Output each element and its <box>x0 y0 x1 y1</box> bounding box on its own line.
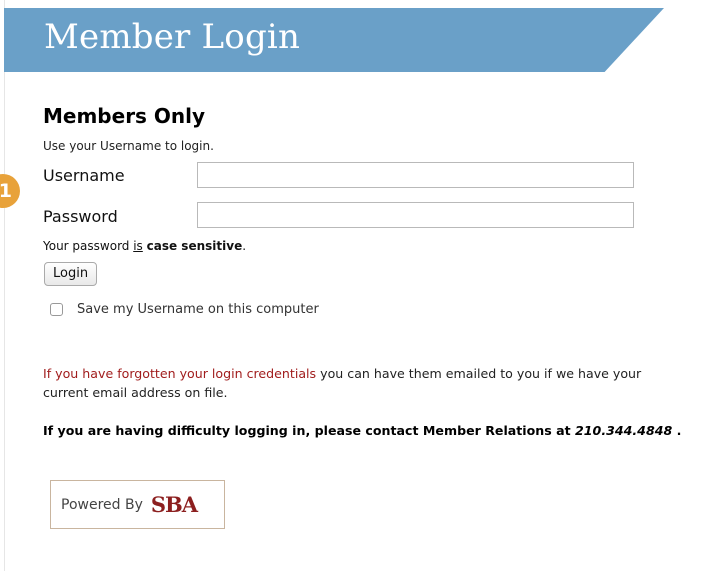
page-title: Member Login <box>44 17 301 57</box>
password-note-suffix: . <box>242 239 247 253</box>
password-note-bold: case sensitive <box>146 239 243 253</box>
difficulty-message: If you are having difficulty logging in,… <box>43 423 576 438</box>
forgot-credentials-link[interactable]: If you have forgotten your login credent… <box>43 366 316 381</box>
login-hint-text: Use your Username to login. <box>43 139 214 153</box>
password-case-note: Your password is case sensitive. <box>43 239 246 253</box>
forgot-credentials-text: If you have forgotten your login credent… <box>43 364 673 402</box>
phone-suffix: . <box>672 423 682 438</box>
username-label: Username <box>43 166 125 185</box>
save-username-label: Save my Username on this computer <box>77 302 319 317</box>
contact-member-relations-text: If you are having difficulty logging in,… <box>43 421 683 440</box>
password-note-prefix: Your password <box>43 239 134 253</box>
powered-by-badge: Powered By SBA <box>50 480 225 529</box>
login-button[interactable]: Login <box>44 262 98 286</box>
password-input[interactable] <box>197 202 634 228</box>
save-username-checkbox[interactable] <box>50 303 63 316</box>
members-only-heading: Members Only <box>43 104 206 128</box>
powered-by-text: Powered By <box>61 496 143 513</box>
member-relations-phone: 210.344.4848 <box>575 423 673 438</box>
password-label: Password <box>43 207 118 226</box>
password-note-is: is <box>133 239 143 253</box>
username-input[interactable] <box>197 162 634 188</box>
save-username-row[interactable]: Save my Username on this computer <box>50 302 319 317</box>
sba-logo: SBA <box>150 492 198 517</box>
